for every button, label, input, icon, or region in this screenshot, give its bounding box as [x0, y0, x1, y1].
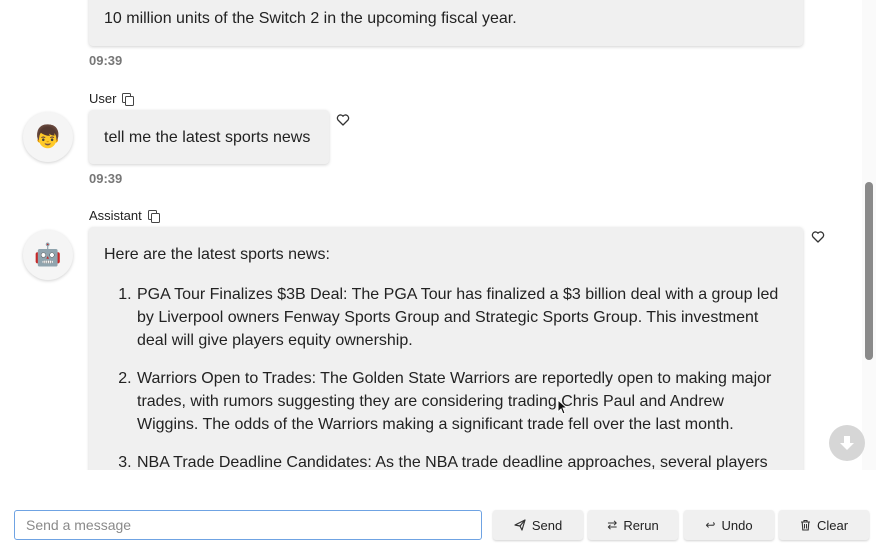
news-list: PGA Tour Finalizes $3B Deal: The PGA Tou… — [104, 283, 788, 470]
message-text: tell me the latest sports news — [104, 129, 311, 146]
list-item: Warriors Open to Trades: The Golden Stat… — [136, 367, 788, 436]
list-item: PGA Tour Finalizes $3B Deal: The PGA Tou… — [136, 283, 788, 352]
send-label: Send — [531, 517, 563, 533]
role-label: Assistant — [89, 208, 142, 223]
send-button[interactable]: Send — [493, 510, 583, 540]
clear-button[interactable]: Clear — [779, 510, 869, 540]
heart-icon[interactable] — [336, 113, 350, 127]
rerun-label: Rerun — [623, 517, 659, 533]
arrow-down-icon — [840, 436, 854, 450]
robot-emoji-icon: 🤖 — [34, 242, 62, 267]
heart-icon[interactable] — [811, 230, 825, 244]
mouse-cursor-icon — [557, 399, 567, 415]
undo-label: Undo — [721, 517, 753, 533]
message-text: 10 million units of the Switch 2 in the … — [104, 10, 517, 27]
scroll-to-bottom-button[interactable] — [829, 425, 865, 461]
message-timestamp: 09:39 — [89, 171, 123, 186]
role-label: User — [89, 91, 117, 106]
undo-button[interactable]: ↩ Undo — [684, 510, 774, 540]
assistant-message-bubble: 10 million units of the Switch 2 in the … — [89, 0, 803, 46]
assistant-message-bubble: Here are the latest sports news: PGA Tou… — [89, 227, 803, 470]
rerun-icon: ⇄ — [607, 518, 618, 532]
user-message-bubble: tell me the latest sports news — [89, 110, 329, 164]
person-emoji-icon: 👦 — [34, 124, 62, 149]
user-avatar: 👦 — [23, 112, 73, 162]
send-icon — [514, 519, 526, 531]
clear-label: Clear — [816, 517, 849, 533]
message-intro: Here are the latest sports news: — [104, 246, 330, 263]
input-bar: Send ⇄ Rerun ↩ Undo Clear — [0, 470, 876, 548]
list-item: NBA Trade Deadline Candidates: As the NB… — [136, 451, 788, 470]
scrollbar-thumb[interactable] — [865, 182, 873, 360]
trash-icon — [800, 519, 810, 531]
chat-area[interactable]: 10 million units of the Switch 2 in the … — [0, 0, 862, 470]
undo-icon: ↩ — [705, 518, 716, 532]
assistant-role-label: Assistant — [89, 208, 160, 223]
copy-icon[interactable] — [147, 210, 160, 223]
message-timestamp: 09:39 — [89, 53, 123, 68]
message-input[interactable] — [14, 510, 482, 540]
user-role-label: User — [89, 91, 135, 106]
rerun-button[interactable]: ⇄ Rerun — [588, 510, 678, 540]
copy-icon[interactable] — [122, 93, 135, 106]
assistant-avatar: 🤖 — [23, 230, 73, 280]
